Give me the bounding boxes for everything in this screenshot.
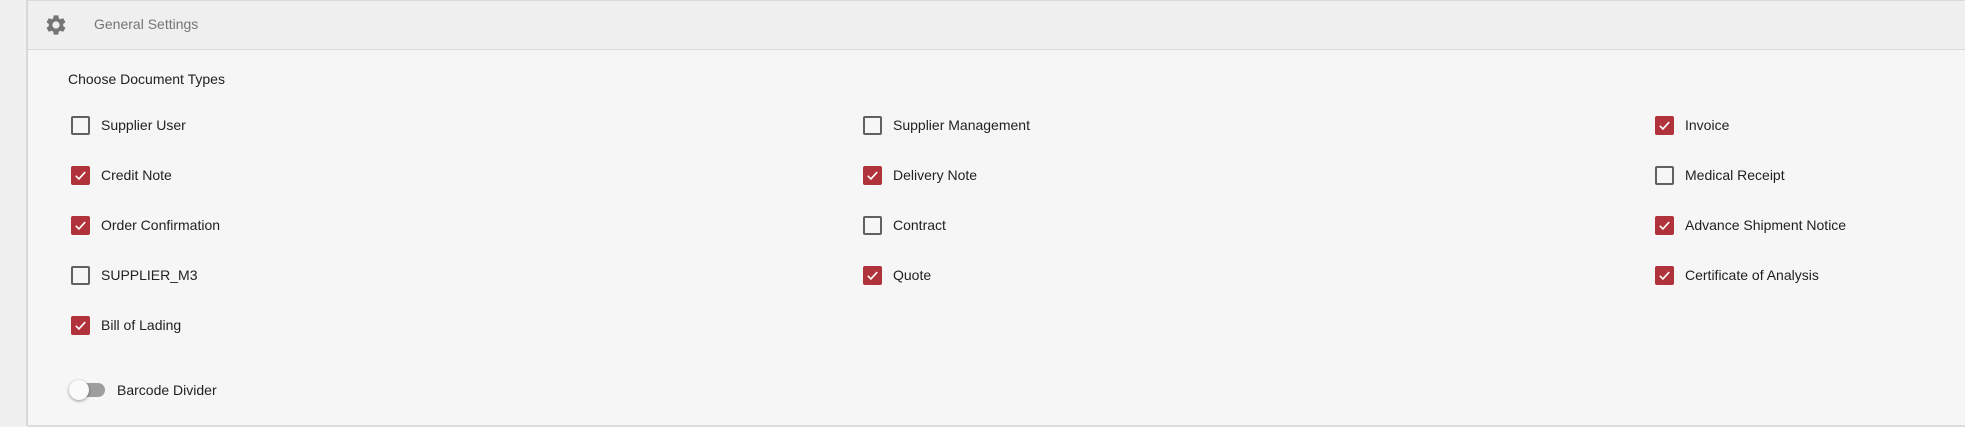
left-edge-strip: [0, 0, 27, 426]
checkmark-icon: [1659, 271, 1670, 280]
checkbox-supplier-management[interactable]: [863, 115, 882, 135]
toggle-thumb[interactable]: [69, 380, 89, 400]
checkmark-icon: [75, 221, 86, 230]
option-delivery-note[interactable]: Delivery Note: [863, 163, 977, 187]
option-order-confirmation[interactable]: Order Confirmation: [71, 213, 220, 237]
option-label: Medical Receipt: [1685, 167, 1785, 183]
checkbox-quote[interactable]: [863, 265, 882, 285]
option-label: Credit Note: [101, 167, 172, 183]
option-invoice[interactable]: Invoice: [1655, 113, 1729, 137]
checkbox-bill-of-lading[interactable]: [71, 315, 90, 335]
checkbox-certificate-of-analysis[interactable]: [1655, 265, 1674, 285]
checkbox-supplier-user[interactable]: [71, 115, 90, 135]
option-supplier-management[interactable]: Supplier Management: [863, 113, 1030, 137]
option-label: Delivery Note: [893, 167, 978, 183]
checkbox-order-confirmation[interactable]: [71, 215, 90, 235]
option-supplier-user[interactable]: Supplier User: [71, 113, 186, 137]
option-label: Contract: [893, 217, 946, 233]
option-advance-shipment-notice[interactable]: Advance Shipment Notice: [1655, 213, 1846, 237]
checkbox-credit-note[interactable]: [71, 165, 90, 185]
checkbox-delivery-note[interactable]: [863, 165, 882, 185]
barcode-divider-label: Barcode Divider: [117, 382, 217, 398]
panel-header[interactable]: General Settings: [28, 1, 1965, 50]
checkmark-icon: [1659, 121, 1670, 130]
option-label: Certificate of Analysis: [1685, 267, 1819, 283]
option-label: Quote: [893, 267, 932, 283]
checkmark-icon: [1659, 221, 1670, 230]
option-label: Supplier Management: [893, 117, 1030, 133]
option-label: Supplier User: [101, 117, 186, 133]
checkbox-medical-receipt[interactable]: [1655, 165, 1674, 185]
option-label: Advance Shipment Notice: [1685, 217, 1847, 233]
checkmark-icon: [75, 321, 86, 330]
option-quote[interactable]: Quote: [863, 263, 931, 287]
option-bill-of-lading[interactable]: Bill of Lading: [71, 313, 181, 337]
option-contract[interactable]: Contract: [863, 213, 946, 237]
option-medical-receipt[interactable]: Medical Receipt: [1655, 163, 1785, 187]
checkbox-supplier-m3[interactable]: [71, 265, 90, 285]
gear-icon: [44, 13, 68, 37]
checkmark-icon: [867, 171, 878, 180]
checkbox-contract[interactable]: [863, 215, 882, 235]
option-certificate-of-analysis[interactable]: Certificate of Analysis: [1655, 263, 1819, 287]
barcode-divider-toggle[interactable]: Barcode Divider: [69, 378, 217, 402]
checkbox-invoice[interactable]: [1655, 115, 1674, 135]
panel-title: General Settings: [94, 16, 199, 32]
toggle-track[interactable]: [69, 380, 105, 400]
option-label: Bill of Lading: [101, 317, 182, 333]
checkbox-advance-shipment-notice[interactable]: [1655, 215, 1674, 235]
option-label: Order Confirmation: [101, 217, 221, 233]
checkmark-icon: [867, 271, 878, 280]
option-supplier-m3[interactable]: SUPPLIER_M3: [71, 263, 197, 287]
section-title: Choose Document Types: [68, 71, 225, 87]
checkmark-icon: [75, 171, 86, 180]
general-settings-panel: General Settings Choose Document Types S…: [27, 0, 1965, 427]
option-label: SUPPLIER_M3: [101, 267, 198, 283]
option-credit-note[interactable]: Credit Note: [71, 163, 172, 187]
option-label: Invoice: [1685, 117, 1730, 133]
